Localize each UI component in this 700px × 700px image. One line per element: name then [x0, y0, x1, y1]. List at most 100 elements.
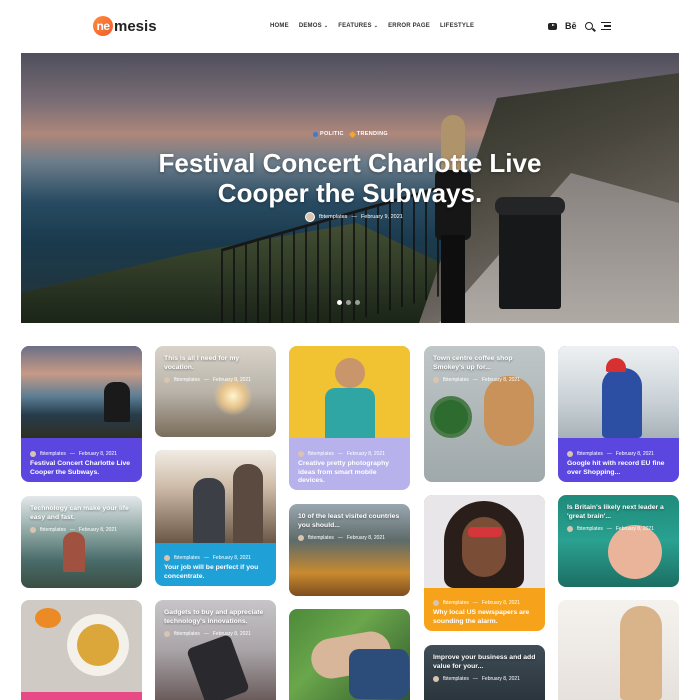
- post-title[interactable]: Why local US newspapers are sounding the…: [433, 609, 536, 626]
- post-image-plate: [67, 614, 129, 676]
- nav-label: ERROR PAGE: [388, 23, 431, 29]
- search-icon[interactable]: [584, 22, 593, 30]
- post-title[interactable]: Improve your business and add value for …: [433, 654, 536, 671]
- post-author[interactable]: fbtemplates: [308, 451, 334, 457]
- avatar: [433, 676, 439, 682]
- hero-title[interactable]: Festival Concert Charlotte Live Cooper t…: [21, 148, 679, 208]
- nav-label: HOME: [270, 23, 289, 29]
- post-date: February 8, 2021: [346, 451, 385, 457]
- avatar[interactable]: [305, 212, 315, 222]
- post-card[interactable]: Gadgets to buy and appreciate technology…: [155, 600, 276, 700]
- post-card[interactable]: Improve your business and add value for …: [424, 645, 545, 700]
- slider-dot[interactable]: [355, 300, 360, 305]
- post-title[interactable]: This is all I need for my vocation.: [164, 355, 267, 372]
- post-image-board: [484, 376, 534, 446]
- post-card[interactable]: Technology can make your life easy and f…: [21, 496, 142, 588]
- youtube-icon[interactable]: [548, 22, 557, 30]
- post-title[interactable]: Google hit with record EU fine over Shop…: [567, 460, 670, 477]
- post-image-figure: [104, 382, 130, 422]
- post-card[interactable]: fbtemplates — February 8, 2021 Festival Co…: [21, 346, 142, 482]
- post-title[interactable]: Town centre coffee shop Smokey's up for.…: [433, 355, 536, 372]
- post-date: February 8, 2021: [346, 535, 385, 541]
- tag-dot: [348, 130, 356, 138]
- post-card[interactable]: fbtemplates — February 8, 2021 Creative pr…: [289, 346, 410, 490]
- post-author[interactable]: fbtemplates: [319, 214, 347, 220]
- post-image-phone: [186, 633, 250, 700]
- post-card[interactable]: fbtemplates — February 8, 2021 Your job wi…: [155, 450, 276, 586]
- post-image-shirt: [349, 649, 409, 699]
- post-date: February 8, 2021: [212, 377, 251, 383]
- post-meta: fbtemplates — February 8, 2021: [30, 527, 133, 533]
- site-logo[interactable]: ne mesis: [93, 16, 157, 36]
- post-title[interactable]: Your job will be perfect if you concentr…: [164, 564, 267, 581]
- post-title[interactable]: Technology can make your life easy and f…: [30, 505, 133, 522]
- post-date: February 8, 2021: [212, 555, 251, 561]
- behance-icon[interactable]: Bē: [565, 21, 577, 31]
- post-author[interactable]: fbtemplates: [40, 527, 66, 533]
- nav-item-features[interactable]: FEATURES ⌄: [338, 23, 378, 29]
- tag-dot: [313, 131, 318, 137]
- post-date: February 8, 2021: [615, 451, 654, 457]
- post-author[interactable]: fbtemplates: [443, 377, 469, 383]
- post-card[interactable]: [21, 600, 142, 700]
- post-meta: fbtemplates — February 8, 2021: [433, 676, 536, 682]
- post-author[interactable]: fbtemplates: [577, 451, 603, 457]
- post-meta: fbtemplates — February 8, 2021: [30, 451, 133, 457]
- post-card[interactable]: [558, 600, 679, 700]
- post-card[interactable]: This is all I need for my vocation. fbte…: [155, 346, 276, 437]
- post-image: [424, 495, 545, 588]
- avatar: [433, 600, 439, 606]
- post-card[interactable]: Town centre coffee shop Smokey's up for.…: [424, 346, 545, 482]
- nav-item-demos[interactable]: DEMOS ⌄: [299, 23, 328, 29]
- post-author[interactable]: fbtemplates: [174, 631, 200, 637]
- main-nav: HOME DEMOS ⌄ FEATURES ⌄ ERROR PAGE LIFESTY…: [270, 23, 474, 29]
- post-title[interactable]: Gadgets to buy and appreciate technology…: [164, 609, 267, 626]
- nav-item-lifestyle[interactable]: LIFESTYLE: [440, 23, 474, 29]
- tag-trending[interactable]: TRENDING: [348, 130, 388, 138]
- post-card[interactable]: [289, 609, 410, 700]
- nav-item-error-page[interactable]: ERROR PAGE: [388, 23, 430, 29]
- post-author[interactable]: fbtemplates: [577, 526, 603, 532]
- post-card[interactable]: Is Britain's likely next leader a 'great…: [558, 495, 679, 587]
- post-author[interactable]: fbtemplates: [443, 600, 469, 606]
- post-author[interactable]: fbtemplates: [174, 555, 200, 561]
- post-title[interactable]: Festival Concert Charlotte Live Cooper t…: [30, 460, 133, 477]
- post-image-salad: [430, 396, 472, 438]
- slider-dots: [337, 300, 360, 305]
- hero-tags: POLITIC TRENDING: [313, 130, 388, 138]
- post-author[interactable]: fbtemplates: [308, 535, 334, 541]
- post-image: [558, 346, 679, 438]
- post-card-footer: [21, 692, 142, 700]
- slider-dot[interactable]: [346, 300, 351, 305]
- site-header: ne mesis HOME DEMOS ⌄ FEATURES ⌄ ERROR PAG…: [0, 0, 700, 52]
- avatar: [433, 377, 439, 383]
- tag-politic[interactable]: POLITIC: [313, 131, 344, 137]
- post-author[interactable]: fbtemplates: [174, 377, 200, 383]
- post-date: February 8, 2021: [481, 600, 520, 606]
- avatar: [30, 527, 36, 533]
- post-card[interactable]: 10 of the least visited countries you sh…: [289, 504, 410, 596]
- nav-item-home[interactable]: HOME: [270, 23, 289, 29]
- logo-text: mesis: [114, 17, 157, 35]
- post-author[interactable]: fbtemplates: [40, 451, 66, 457]
- hero-slider[interactable]: POLITIC TRENDING Festival Concert Charlo…: [21, 53, 679, 323]
- post-image-person: [620, 606, 662, 700]
- avatar: [30, 451, 36, 457]
- post-title[interactable]: Is Britain's likely next leader a 'great…: [567, 504, 670, 521]
- post-title[interactable]: Creative pretty photography ideas from s…: [298, 460, 401, 486]
- post-title[interactable]: 10 of the least visited countries you sh…: [298, 513, 401, 530]
- hero-title-line: Festival Concert Charlotte Live: [158, 148, 542, 178]
- hero-title-line: Cooper the Subways.: [217, 178, 483, 208]
- tag-label: POLITIC: [320, 131, 344, 137]
- menu-icon[interactable]: [600, 21, 611, 31]
- post-card[interactable]: fbtemplates — February 8, 2021 Google hit …: [558, 346, 679, 482]
- post-image-pumpkin: [35, 608, 61, 628]
- header-icons: Bē: [548, 21, 611, 31]
- post-date: February 9, 2021: [360, 214, 403, 220]
- slider-dot[interactable]: [337, 300, 342, 305]
- avatar: [164, 555, 170, 561]
- post-card[interactable]: fbtemplates — February 8, 2021 Why local U…: [424, 495, 545, 631]
- post-author[interactable]: fbtemplates: [443, 676, 469, 682]
- post-meta: fbtemplates — February 8, 2021: [567, 451, 670, 457]
- post-date: February 8, 2021: [78, 451, 117, 457]
